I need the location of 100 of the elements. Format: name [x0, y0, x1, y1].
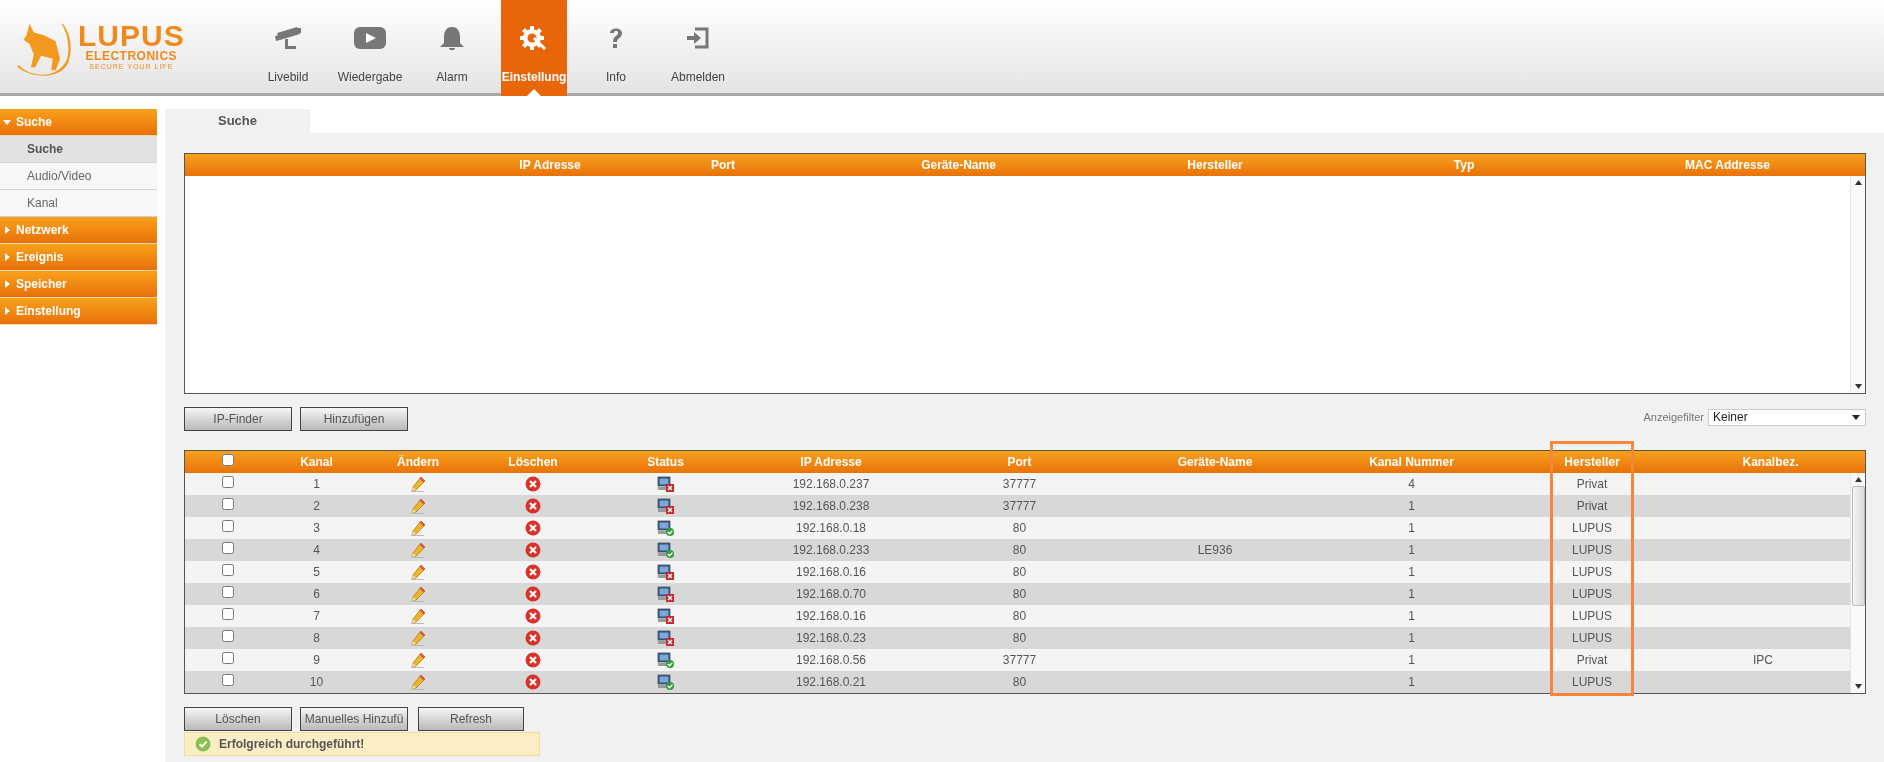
sidebar-item[interactable]: Suche: [0, 136, 157, 163]
scrollbar-thumb[interactable]: [1851, 486, 1865, 606]
table-cell: 7: [313, 609, 320, 623]
nav-tab[interactable]: Livebild: [256, 0, 320, 96]
table-cell: 2: [313, 499, 320, 513]
nav-tab[interactable]: Einstellung: [500, 0, 568, 96]
scrollbar[interactable]: [1850, 176, 1865, 393]
delete-icon[interactable]: [525, 652, 541, 668]
button[interactable]: Refresh: [418, 707, 524, 731]
table-cell: 192.168.0.56: [795, 653, 867, 667]
filter-dropdown[interactable]: Keiner: [1708, 408, 1866, 426]
column-header: Port: [711, 158, 735, 172]
button[interactable]: Löschen: [184, 707, 292, 731]
nav-tab[interactable]: Info: [584, 0, 648, 96]
table-cell: Privat: [1576, 477, 1608, 491]
checkbox[interactable]: [221, 630, 234, 642]
checkbox[interactable]: [221, 520, 234, 532]
column-header: Kanal: [300, 455, 333, 469]
checkbox[interactable]: [221, 586, 234, 598]
pencil-icon[interactable]: [410, 476, 426, 492]
table-cell: 192.168.0.238: [792, 499, 870, 513]
table-cell: 10: [309, 675, 324, 689]
select-all-checkbox[interactable]: [221, 454, 234, 466]
sidebar-group-label: Speicher: [16, 277, 67, 291]
delete-icon[interactable]: [525, 476, 541, 492]
check-circle-icon: [195, 736, 211, 752]
delete-icon[interactable]: [525, 542, 541, 558]
nav-tab[interactable]: Abmelden: [666, 0, 730, 96]
table-cell: 192.168.0.237: [792, 477, 870, 491]
table-cell: 1: [1408, 565, 1415, 579]
caret-down-icon: [3, 118, 11, 126]
checkbox[interactable]: [221, 652, 234, 664]
caret-right-icon: [3, 307, 11, 315]
column-header: Hersteller: [1187, 158, 1243, 172]
sidebar-group-label: Einstellung: [16, 304, 81, 318]
table-cell: LUPUS: [1572, 521, 1612, 535]
column-header: Geräte-Name: [1177, 455, 1253, 469]
nav-tab[interactable]: Alarm: [420, 0, 484, 96]
table-cell: 80: [1012, 565, 1027, 579]
scrollbar[interactable]: [1850, 473, 1865, 693]
table-cell: 192.168.0.18: [795, 521, 867, 535]
scroll-up-arrow-icon: [1854, 477, 1862, 482]
logo-subtitle: ELECTRONICS: [85, 50, 178, 62]
pencil-icon[interactable]: [410, 652, 426, 668]
table-cell: LUPUS: [1572, 543, 1612, 557]
table-cell: 1: [1408, 609, 1415, 623]
pencil-icon[interactable]: [410, 630, 426, 646]
tab[interactable]: Suche: [165, 109, 310, 133]
table-cell: LUPUS: [1572, 587, 1612, 601]
table-cell: 4: [1408, 477, 1415, 491]
delete-icon[interactable]: [525, 674, 541, 690]
scroll-down-arrow-icon: [1854, 384, 1862, 389]
column-header: IP Adresse: [519, 158, 581, 172]
pencil-icon[interactable]: [410, 586, 426, 602]
nav-tab[interactable]: Wiedergabe: [336, 0, 404, 96]
logo-text: LUPUS: [78, 22, 185, 50]
table-cell: 9: [313, 653, 320, 667]
sidebar-group-label: Ereignis: [16, 250, 64, 264]
table-cell: 80: [1012, 609, 1027, 623]
checkbox[interactable]: [221, 498, 234, 510]
button[interactable]: IP-Finder: [184, 407, 292, 431]
sidebar-item[interactable]: Audio/Video: [0, 163, 157, 190]
button[interactable]: Hinzufügen: [300, 407, 408, 431]
caret-right-icon: [3, 253, 11, 261]
checkbox[interactable]: [221, 542, 234, 554]
checkbox[interactable]: [221, 564, 234, 576]
delete-icon[interactable]: [525, 608, 541, 624]
message-text: Erfolgreich durchgeführt!: [219, 737, 365, 751]
table-cell: 37777: [1002, 477, 1037, 491]
pencil-icon[interactable]: [410, 520, 426, 536]
column-header: Löschen: [508, 455, 558, 469]
column-header: MAC Addresse: [1685, 158, 1770, 172]
checkbox[interactable]: [221, 608, 234, 620]
checkbox[interactable]: [221, 476, 234, 488]
table-cell: 1: [1408, 653, 1415, 667]
table-cell: 80: [1012, 521, 1027, 535]
table-cell: LUPUS: [1572, 675, 1612, 689]
table-cell: 6: [313, 587, 320, 601]
delete-icon[interactable]: [525, 564, 541, 580]
pencil-icon[interactable]: [410, 608, 426, 624]
sidebar-item[interactable]: Kanal: [0, 190, 157, 217]
pencil-icon[interactable]: [410, 564, 426, 580]
table-cell: 1: [1408, 543, 1415, 557]
column-header: Ändern: [397, 455, 439, 469]
button[interactable]: Manuelles Hinzufü: [300, 707, 408, 731]
delete-icon[interactable]: [525, 520, 541, 536]
pencil-icon[interactable]: [410, 498, 426, 514]
table-cell: 192.168.0.233: [792, 543, 870, 557]
table-cell: 4: [313, 543, 320, 557]
table-cell: 80: [1012, 543, 1027, 557]
table-cell: IPC: [1753, 653, 1773, 667]
delete-icon[interactable]: [525, 498, 541, 514]
delete-icon[interactable]: [525, 630, 541, 646]
scroll-down-arrow-icon: [1854, 684, 1862, 689]
pencil-icon[interactable]: [410, 542, 426, 558]
checkbox[interactable]: [221, 674, 234, 686]
pencil-icon[interactable]: [410, 674, 426, 690]
delete-icon[interactable]: [525, 586, 541, 602]
table-cell: 1: [1408, 631, 1415, 645]
table-cell: LUPUS: [1572, 631, 1612, 645]
